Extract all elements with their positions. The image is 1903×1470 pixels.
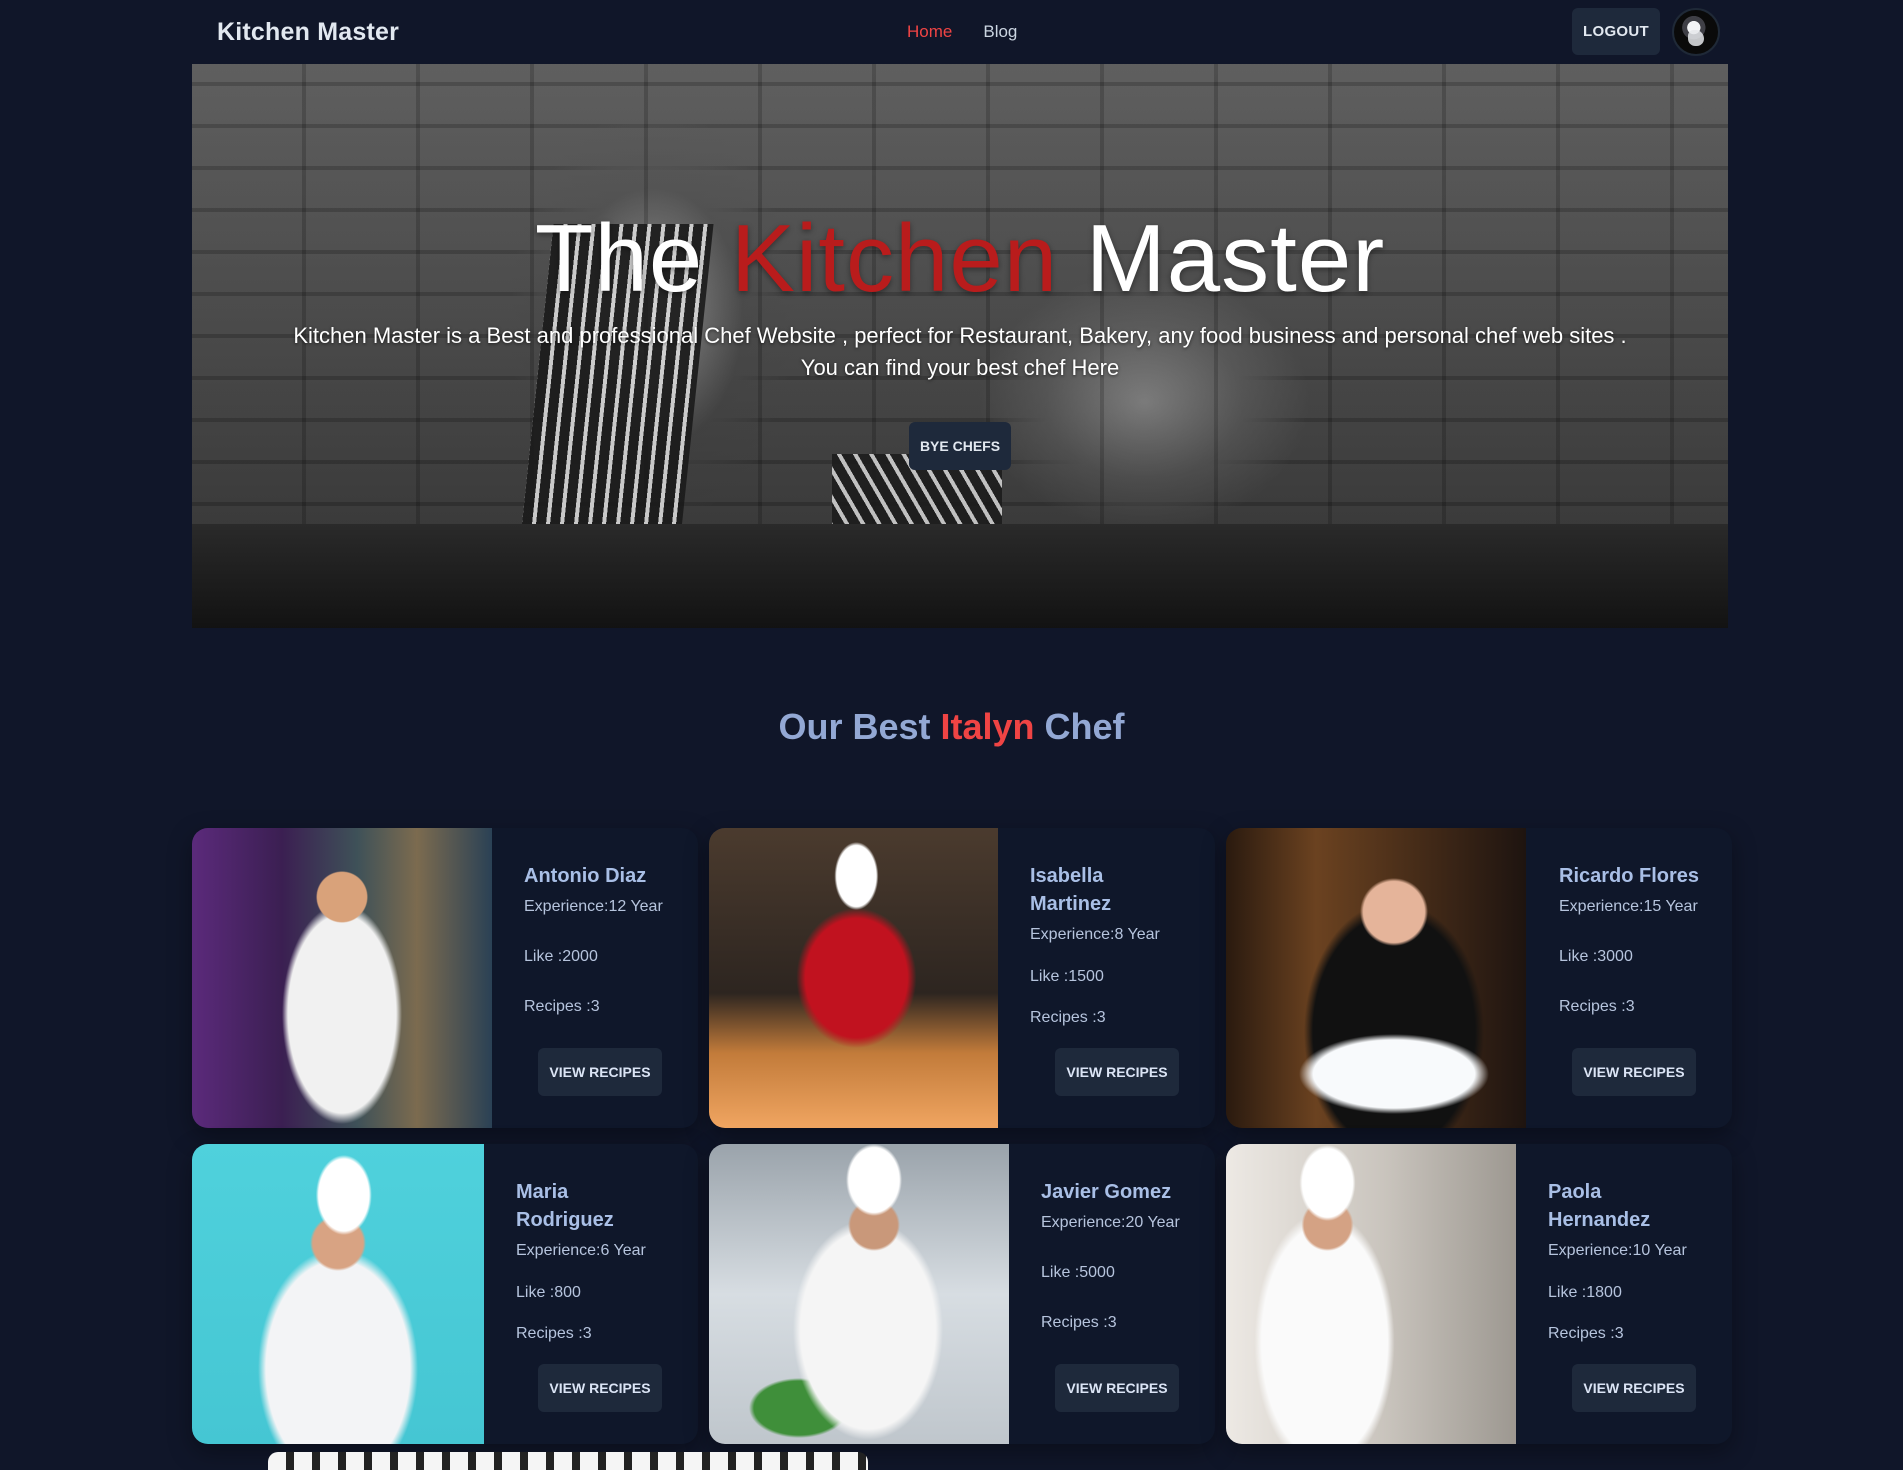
nav-links: Home Blog (907, 22, 1017, 42)
chef-card: Paola Hernandez Experience:10 Year Like … (1226, 1144, 1732, 1444)
chef-recipes: Recipes :3 (1030, 1009, 1106, 1026)
hero-banner: The Kitchen Master Kitchen Master is a B… (192, 64, 1728, 628)
chef-name: Javier Gomez (1041, 1181, 1172, 1203)
hero-title-part1: The (534, 205, 731, 312)
chef-card: Ricardo Flores Experience:15 Year Like :… (1226, 828, 1732, 1128)
chef-name: Paola Hernandez (1548, 1181, 1651, 1231)
hero-description: Kitchen Master is a Best and professiona… (232, 320, 1688, 384)
chef-photo (192, 828, 492, 1128)
logout-button[interactable]: LOGOUT (1572, 8, 1660, 55)
section-title: Our Best Italyn Chef (0, 706, 1903, 748)
chef-card: Javier Gomez Experience:20 Year Like :50… (709, 1144, 1215, 1444)
nav-link-home[interactable]: Home (907, 22, 952, 42)
section-title-accent: Italyn (940, 706, 1035, 747)
view-recipes-button[interactable]: VIEW RECIPES (1572, 1048, 1696, 1096)
chef-experience: Experience:15 Year (1559, 898, 1698, 915)
chef-likes: Like :5000 (1041, 1264, 1115, 1281)
chef-recipes: Recipes :3 (1041, 1314, 1117, 1331)
chef-photo (709, 828, 998, 1128)
view-recipes-button[interactable]: VIEW RECIPES (1055, 1364, 1179, 1412)
chef-likes: Like :800 (516, 1284, 581, 1301)
chef-card: Isabella Martinez Experience:8 Year Like… (709, 828, 1215, 1128)
chef-photo (1226, 828, 1526, 1128)
chef-card: Antonio Diaz Experience:12 Year Like :20… (192, 828, 698, 1128)
nav-link-blog[interactable]: Blog (983, 22, 1017, 42)
hero-title-accent: Kitchen (730, 205, 1059, 312)
chef-name: Antonio Diaz (524, 865, 647, 887)
chef-likes: Like :2000 (524, 948, 598, 965)
view-recipes-button[interactable]: VIEW RECIPES (1055, 1048, 1179, 1096)
hero-description-line2: You can find your best chef Here (800, 355, 1120, 380)
chef-recipes: Recipes :3 (516, 1325, 592, 1342)
chef-name: Isabella Martinez (1030, 865, 1112, 915)
bye-chefs-button[interactable]: BYE CHEFS (909, 422, 1011, 470)
chef-card: Maria Rodriguez Experience:6 Year Like :… (192, 1144, 698, 1444)
chef-photo (1226, 1144, 1516, 1444)
chef-recipes: Recipes :3 (1559, 998, 1635, 1015)
chef-likes: Like :3000 (1559, 948, 1633, 965)
hero-image-counter (192, 524, 1728, 628)
view-recipes-button[interactable]: VIEW RECIPES (538, 1048, 662, 1096)
chef-experience: Experience:10 Year (1548, 1242, 1687, 1259)
chef-recipes: Recipes :3 (1548, 1325, 1624, 1342)
chef-likes: Like :1500 (1030, 968, 1104, 985)
user-avatar[interactable] (1672, 8, 1720, 56)
hero-title: The Kitchen Master (192, 204, 1728, 314)
hero-title-part2: Master (1058, 205, 1386, 312)
chef-name: Ricardo Flores (1559, 865, 1700, 887)
chef-name: Maria Rodriguez (516, 1181, 614, 1231)
top-navbar: Kitchen Master Home Blog LOGOUT (192, 0, 1728, 64)
chef-recipes: Recipes :3 (524, 998, 600, 1015)
chef-photo (709, 1144, 1009, 1444)
view-recipes-button[interactable]: VIEW RECIPES (1572, 1364, 1696, 1412)
chef-photo (192, 1144, 484, 1444)
chef-experience: Experience:12 Year (524, 898, 663, 915)
chef-experience: Experience:8 Year (1030, 926, 1160, 943)
section-title-part2: Chef (1034, 706, 1125, 747)
section-title-part1: Our Best (778, 706, 941, 747)
next-section-image (268, 1452, 868, 1470)
hero-description-line1: Kitchen Master is a Best and professiona… (293, 323, 1627, 348)
brand-logo[interactable]: Kitchen Master (217, 18, 399, 47)
chef-experience: Experience:6 Year (516, 1242, 646, 1259)
chef-experience: Experience:20 Year (1041, 1214, 1180, 1231)
chef-likes: Like :1800 (1548, 1284, 1622, 1301)
view-recipes-button[interactable]: VIEW RECIPES (538, 1364, 662, 1412)
